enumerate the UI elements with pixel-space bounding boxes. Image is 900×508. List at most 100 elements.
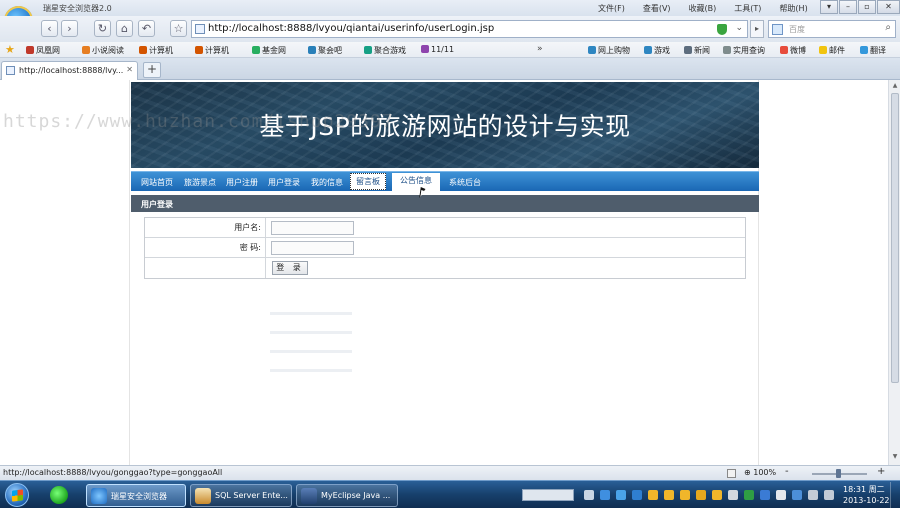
address-bar[interactable]: http://localhost:8888/lvyou/qiantai/user…	[191, 20, 748, 38]
favorite-link[interactable]: 网上购物	[588, 45, 630, 56]
tray-icon[interactable]	[584, 490, 594, 500]
favorite-link[interactable]: 小说阅读	[82, 45, 124, 56]
minimize-button[interactable]: –	[839, 0, 857, 14]
tray-icon[interactable]	[728, 490, 738, 500]
qq-icon[interactable]	[712, 490, 722, 500]
section-title: 用户登录	[141, 200, 173, 209]
chevron-down-icon[interactable]: ⌄	[735, 23, 743, 33]
search-icon[interactable]: ⌕	[885, 22, 891, 33]
task-label: MyEclipse Java ...	[321, 491, 391, 500]
favorite-link[interactable]: 翻译	[860, 45, 886, 56]
search-engine-icon[interactable]	[772, 24, 783, 35]
zoom-slider-handle[interactable]	[836, 469, 841, 478]
qq-icon[interactable]	[680, 490, 690, 500]
qq-icon[interactable]	[696, 490, 706, 500]
zoom-level[interactable]: ⊕ 100%	[744, 468, 776, 477]
scroll-down-icon[interactable]: ▼	[890, 453, 900, 463]
favorite-link[interactable]: 凤凰网	[26, 45, 60, 56]
task-myeclipse[interactable]: MyEclipse Java ...	[296, 484, 398, 507]
menu-favorites[interactable]: 收藏(B)	[689, 3, 717, 14]
zoom-in-icon[interactable]: +	[877, 466, 885, 477]
menu-file[interactable]: 文件(F)	[598, 3, 625, 14]
username-row: 用户名:	[145, 218, 745, 238]
home-icon[interactable]: ⌂	[116, 20, 133, 37]
menu-tools[interactable]: 工具(T)	[734, 3, 761, 14]
forward-icon[interactable]: ›	[61, 20, 78, 37]
tray-icon[interactable]	[744, 490, 754, 500]
shield-icon[interactable]	[792, 490, 802, 500]
navigation-toolbar: ‹ › ↻ ⌂ ↶ ☆ http://localhost:8888/lvyou/…	[0, 16, 900, 42]
scroll-up-icon[interactable]: ▲	[890, 82, 900, 92]
flag-icon[interactable]	[808, 490, 818, 500]
input-method-bar[interactable]	[522, 489, 574, 501]
show-desktop-button[interactable]	[890, 482, 900, 508]
nav-announcements[interactable]: 公告信息	[392, 173, 440, 191]
favorite-link[interactable]: 基金网	[252, 45, 286, 56]
status-url: http://localhost:8888/lvyou/gonggao?type…	[3, 468, 223, 477]
nav-my-info[interactable]: 我的信息	[311, 177, 343, 188]
tray-icon[interactable]	[776, 490, 786, 500]
tray-icon[interactable]	[616, 490, 626, 500]
favorite-link[interactable]: 微博	[780, 45, 806, 56]
nav-message-board[interactable]: 留言板	[350, 173, 386, 190]
favorite-link[interactable]: 实用查询	[723, 45, 765, 56]
nav-admin[interactable]: 系统后台	[449, 177, 481, 188]
browser-menu-bar: 文件(F) 查看(V) 收藏(B) 工具(T) 帮助(H)	[598, 3, 808, 14]
password-input[interactable]	[271, 241, 354, 255]
undo-icon[interactable]: ↶	[138, 20, 155, 37]
new-tab-button[interactable]: +	[143, 62, 161, 78]
faded-line	[270, 331, 352, 334]
close-button[interactable]: ✕	[877, 0, 900, 14]
site-container: 基于JSP的旅游网站的设计与实现 网站首页 旅游景点 用户注册 用户登录 我的信…	[129, 80, 759, 465]
tray-icon[interactable]	[632, 490, 642, 500]
start-button[interactable]	[5, 483, 29, 507]
username-input[interactable]	[271, 221, 354, 235]
section-header: 用户登录	[131, 195, 759, 212]
menu-view[interactable]: 查看(V)	[643, 3, 671, 14]
favorite-link[interactable]: 邮件	[819, 45, 845, 56]
favorite-link[interactable]: 游戏	[644, 45, 670, 56]
favorite-link[interactable]: 计算机	[139, 45, 173, 56]
favorite-link[interactable]: 11/11	[421, 45, 454, 54]
favorites-star-icon[interactable]: ★	[5, 43, 15, 56]
search-box[interactable]: 百度 ⌕	[768, 20, 896, 38]
favorite-link[interactable]: 聚合游戏	[364, 45, 406, 56]
qq-icon[interactable]	[648, 490, 658, 500]
pinned-browser-icon[interactable]	[44, 484, 74, 507]
favorites-more-icon[interactable]: »	[537, 44, 543, 54]
volume-icon[interactable]	[824, 490, 834, 500]
page-status-icon[interactable]	[727, 469, 736, 478]
favorite-link[interactable]: 新闻	[684, 45, 710, 56]
password-label: 密 码:	[145, 238, 266, 257]
pin-icon[interactable]: ▾	[820, 0, 838, 14]
menu-help[interactable]: 帮助(H)	[779, 3, 807, 14]
favorite-link[interactable]: 计算机	[195, 45, 229, 56]
task-sql-server[interactable]: SQL Server Ente...	[190, 484, 292, 507]
login-button[interactable]: 登 录	[272, 261, 308, 275]
back-icon[interactable]: ‹	[41, 20, 58, 37]
task-browser[interactable]: 瑞星安全浏览器	[86, 484, 186, 507]
search-input[interactable]: 百度	[789, 24, 805, 35]
favorite-star-icon[interactable]: ☆	[170, 20, 187, 37]
nav-attractions[interactable]: 旅游景点	[184, 177, 216, 188]
security-shield-icon[interactable]	[717, 24, 727, 35]
page-icon	[6, 66, 15, 75]
nav-register[interactable]: 用户注册	[226, 177, 258, 188]
eclipse-icon	[301, 488, 317, 504]
go-icon[interactable]: ▸	[750, 20, 764, 38]
tray-icon[interactable]	[600, 490, 610, 500]
zoom-out-icon[interactable]: -	[785, 466, 789, 477]
address-text[interactable]: http://localhost:8888/lvyou/qiantai/user…	[208, 23, 494, 34]
maximize-button[interactable]: ▫	[858, 0, 876, 14]
favorite-link[interactable]: 聚会吧	[308, 45, 342, 56]
scroll-thumb[interactable]	[891, 93, 899, 383]
vertical-scrollbar[interactable]: ▲ ▼	[888, 80, 900, 465]
close-tab-icon[interactable]: ✕	[126, 65, 133, 74]
nav-home[interactable]: 网站首页	[141, 177, 173, 188]
tab-current[interactable]: http://localhost:8888/lvy... ✕	[1, 61, 138, 80]
system-clock[interactable]: 18:31 周二 2013-10-22	[843, 484, 890, 506]
shield-icon[interactable]	[760, 490, 770, 500]
nav-login[interactable]: 用户登录	[268, 177, 300, 188]
refresh-icon[interactable]: ↻	[94, 20, 111, 37]
qq-icon[interactable]	[664, 490, 674, 500]
